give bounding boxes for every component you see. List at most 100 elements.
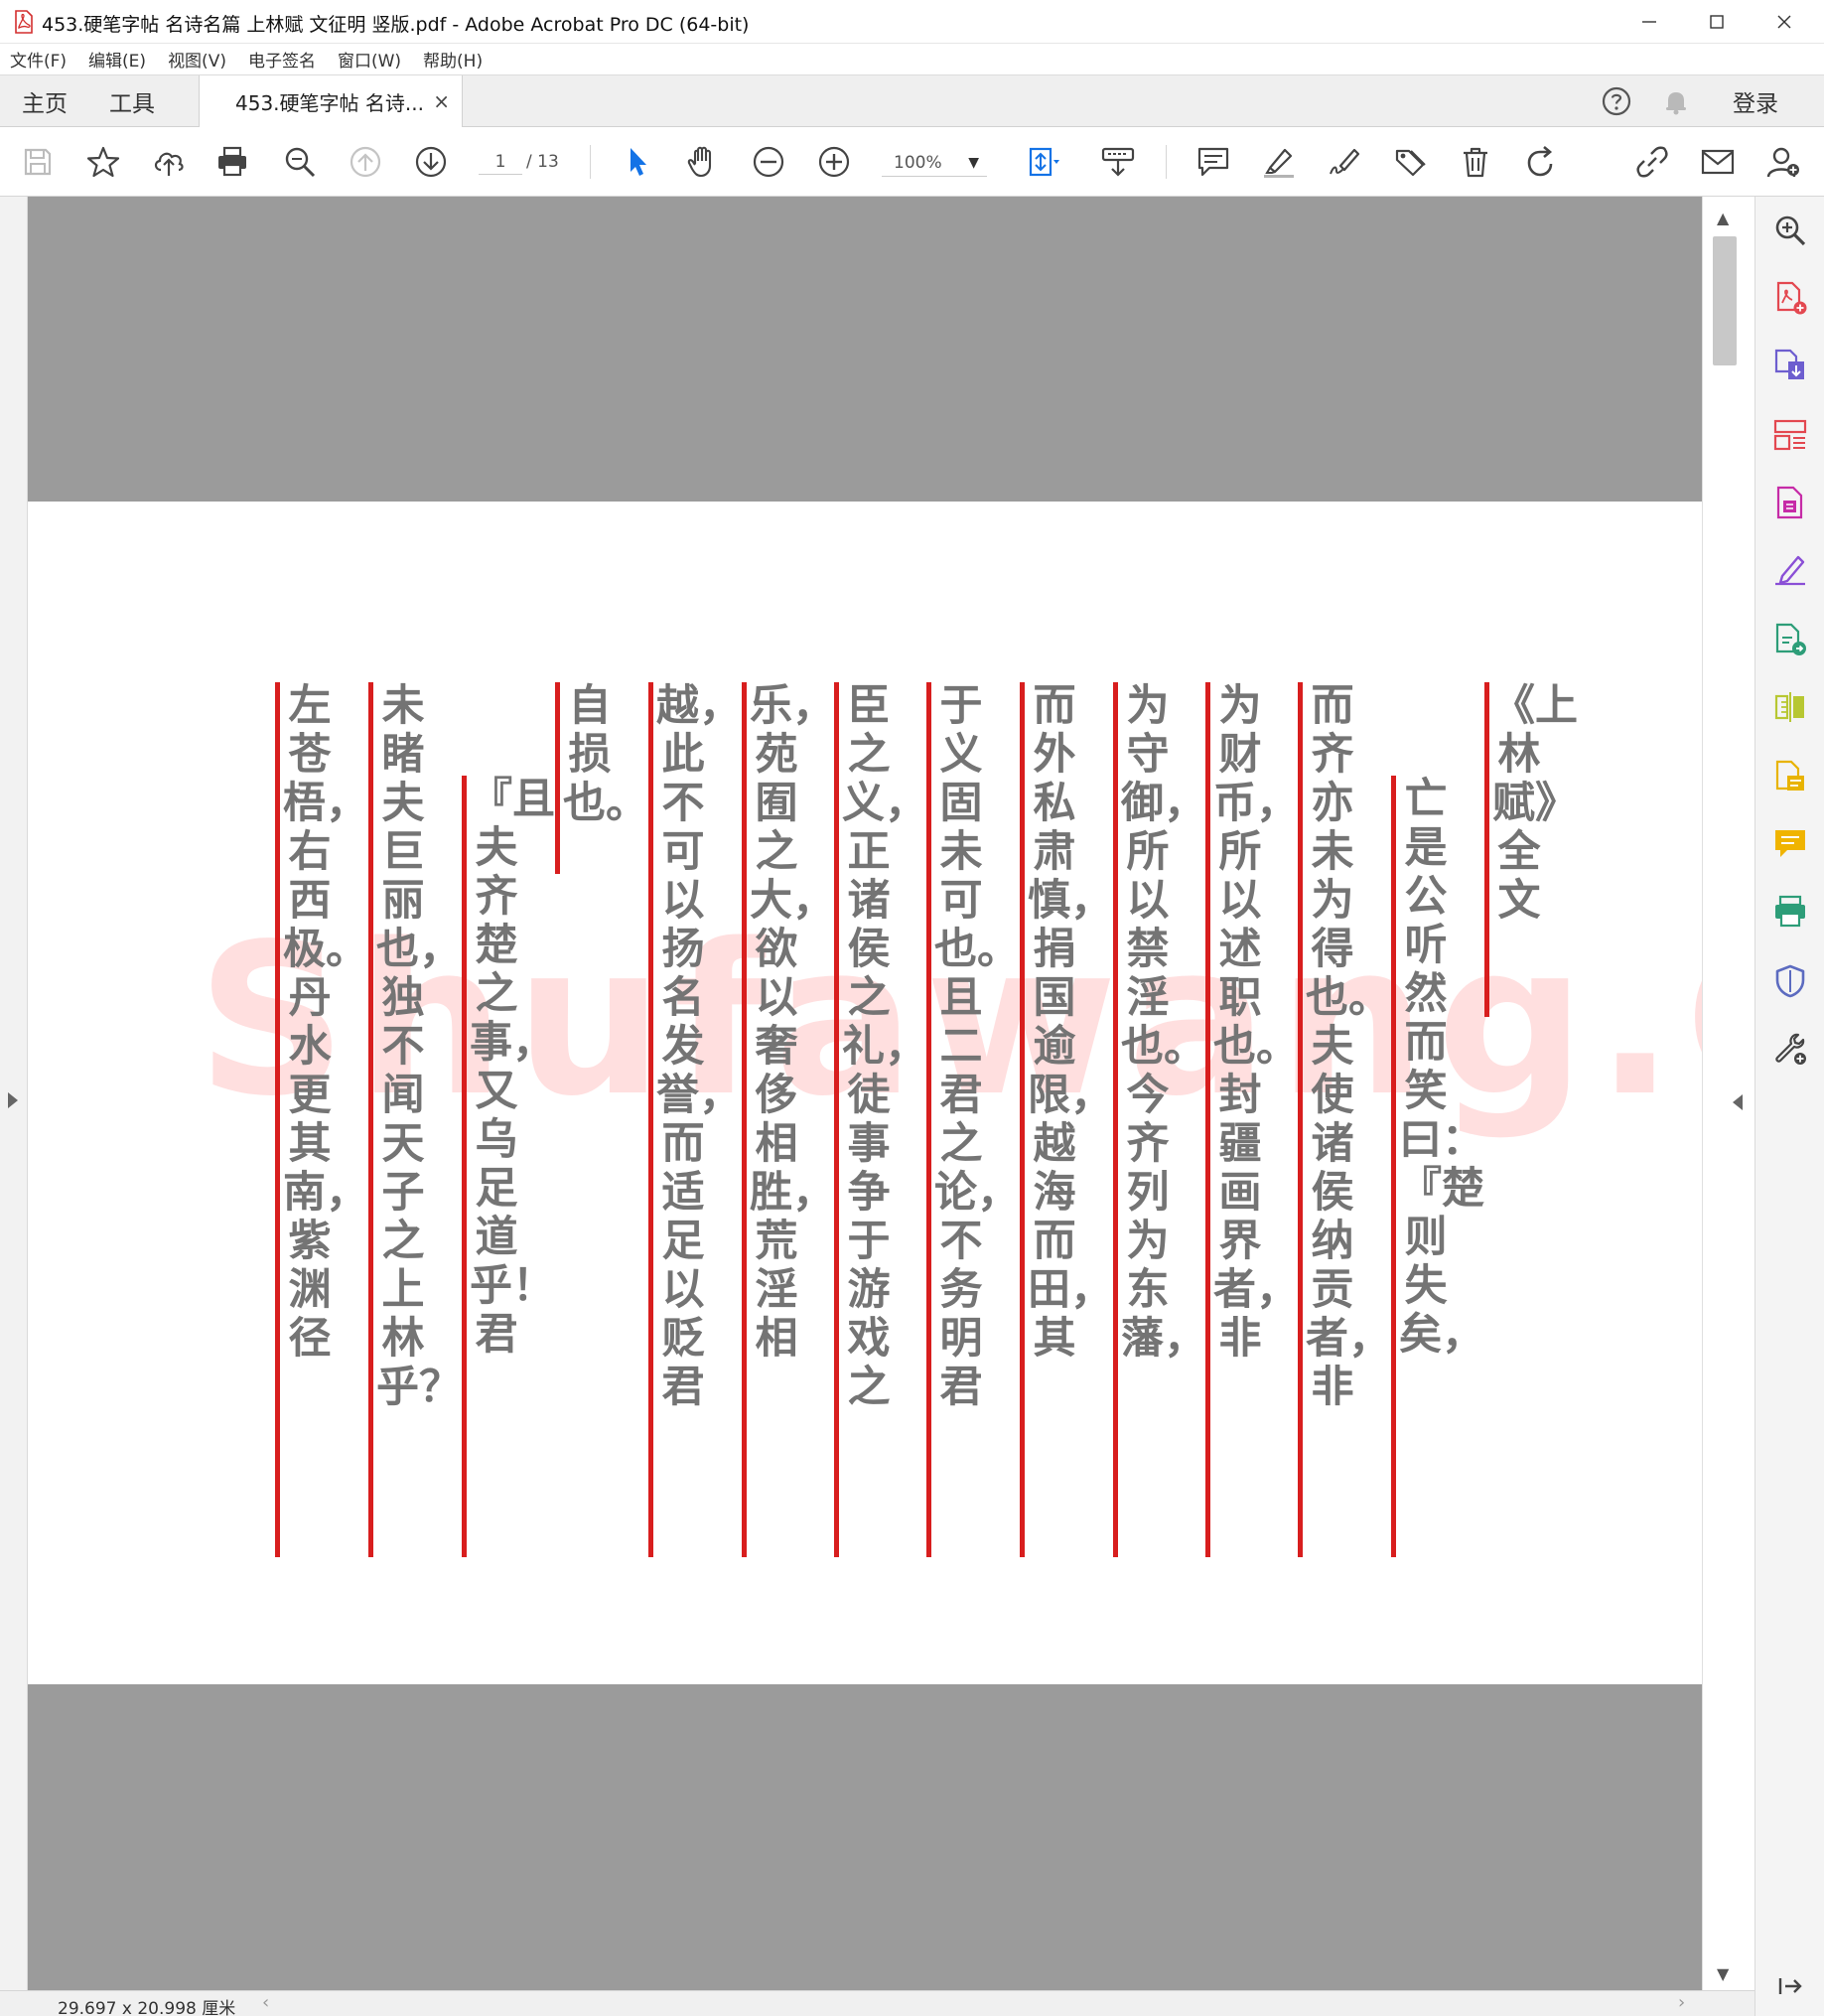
scrollbar-thumb[interactable] [1713, 236, 1737, 365]
email-button[interactable] [1698, 142, 1738, 182]
collapse-pane-button[interactable] [1772, 1968, 1808, 2004]
zoom-select[interactable]: 100% ▼ [882, 149, 987, 177]
sign-button[interactable] [1325, 142, 1364, 182]
save-button[interactable] [18, 142, 58, 182]
menu-window[interactable]: 窗口(W) [338, 47, 401, 72]
minimize-icon [1642, 21, 1656, 23]
column-text: 为守御，所以禁淫也。今齐列为东藩， [1121, 681, 1206, 1364]
export-pdf-button[interactable] [1772, 348, 1808, 383]
organize-pages-button[interactable] [1772, 417, 1808, 453]
login-link[interactable]: 登录 [1733, 75, 1778, 127]
tab-close-icon[interactable]: × [433, 89, 450, 113]
left-pane-toggle[interactable] [0, 197, 28, 1990]
menu-edit[interactable]: 编辑(E) [88, 47, 146, 72]
print-production-button[interactable] [1772, 894, 1808, 930]
help-button[interactable] [1597, 75, 1636, 127]
compare-files-button[interactable] [1772, 689, 1808, 725]
chevron-left-icon[interactable] [1733, 1094, 1743, 1110]
scroll-left-icon[interactable]: ‹ [262, 1992, 269, 2013]
share-link-button[interactable] [1632, 142, 1672, 182]
text-column: 亡是公听然而笑曰：『楚则失矣， [1391, 776, 1484, 1557]
bookmark-star-button[interactable] [83, 142, 123, 182]
page-gap-top [28, 197, 1702, 502]
read-mode-button[interactable] [1098, 142, 1138, 182]
rotate-button[interactable] [1521, 142, 1561, 182]
menu-view[interactable]: 视图(V) [168, 47, 226, 72]
tab-document-label: 453.硬笔字帖 名诗... [235, 91, 424, 115]
guide-line [1113, 682, 1118, 1557]
highlighter-icon [1264, 148, 1294, 178]
close-window-button[interactable] [1751, 0, 1818, 44]
upload-cloud-button[interactable] [149, 142, 189, 182]
menu-file[interactable]: 文件(F) [10, 47, 67, 72]
send-for-review-button[interactable] [1772, 622, 1808, 657]
create-pdf-button[interactable] [1772, 280, 1808, 316]
export-pdf-icon [1774, 349, 1804, 379]
maximize-button[interactable] [1683, 0, 1751, 44]
send-review-icon [1775, 623, 1806, 655]
maximize-icon [1710, 15, 1724, 29]
previous-page-button[interactable] [346, 142, 385, 182]
highlight-button[interactable] [1259, 142, 1299, 182]
scroll-right-icon[interactable]: › [1678, 1992, 1685, 2013]
zoom-out-button[interactable] [749, 142, 788, 182]
vertical-scrollbar[interactable]: ▲ ▼ [1702, 197, 1754, 1990]
scroll-up-icon[interactable]: ▲ [1717, 209, 1729, 227]
menu-e-sign[interactable]: 电子签名 [248, 47, 316, 72]
protect-button[interactable] [1772, 963, 1808, 999]
notifications-button[interactable] [1656, 75, 1696, 127]
main-toolbar: 1 / 13 100% ▼ [0, 127, 1824, 197]
column-text: 自损也。 [563, 681, 648, 828]
minimize-button[interactable] [1615, 0, 1683, 44]
column-text: 左苍梧，右西极。丹水更其南，紫渊径 [283, 681, 368, 1364]
print-button[interactable] [212, 142, 252, 182]
column-text: 越，此不可以扬名发誉，而适足以贬君 [656, 681, 742, 1412]
comment-button[interactable] [1193, 142, 1233, 182]
hand-icon [687, 146, 712, 178]
text-column: 臣之义，正诸侯之礼，徒事争于游戏之 [834, 682, 927, 1557]
select-tool-button[interactable] [618, 142, 657, 182]
toolbar-divider [1166, 145, 1167, 179]
comment-tool-button[interactable] [1772, 826, 1808, 862]
scroll-down-icon[interactable]: ▼ [1717, 1964, 1729, 1983]
tab-home[interactable]: 主页 [22, 75, 68, 127]
tab-tools[interactable]: 工具 [109, 75, 155, 127]
zoom-search-icon [1775, 216, 1806, 246]
page-total: / 13 [526, 152, 559, 172]
arrow-down-circle-icon [415, 146, 447, 178]
delete-button[interactable] [1456, 142, 1495, 182]
column-text: 『且夫齐楚之事，又乌足道乎！君 [470, 775, 555, 1360]
combine-files-button[interactable] [1772, 759, 1808, 794]
next-page-button[interactable] [411, 142, 451, 182]
toolbar-divider [590, 145, 591, 179]
fit-page-icon [1029, 147, 1059, 177]
fill-sign-button[interactable] [1772, 552, 1808, 588]
more-tools-button[interactable] [1772, 1031, 1808, 1067]
tab-document[interactable]: 453.硬笔字帖 名诗... × [199, 75, 463, 128]
collapse-right-icon [1778, 1978, 1802, 1994]
star-icon [86, 146, 120, 178]
organize-pages-icon [1773, 419, 1807, 451]
guide-line [1484, 682, 1489, 1017]
cloud-upload-icon [154, 152, 184, 176]
zoom-in-button[interactable] [814, 142, 854, 182]
help-icon [1602, 86, 1631, 116]
column-text: 乐，苑囿之大，欲以奢侈相胜，荒淫相 [750, 681, 835, 1364]
rotate-icon [1527, 146, 1553, 177]
right-tools-pane [1754, 197, 1824, 2016]
add-user-button[interactable] [1763, 142, 1803, 182]
create-pdf-icon [1776, 281, 1807, 315]
menu-help[interactable]: 帮助(H) [423, 47, 483, 72]
stamp-button[interactable] [1390, 142, 1430, 182]
guide-line [555, 682, 560, 874]
guide-line [648, 682, 653, 1557]
search-pane-button[interactable] [1772, 213, 1808, 248]
save-icon [24, 148, 52, 176]
bell-icon [1666, 92, 1686, 115]
edit-pdf-button[interactable] [1772, 485, 1808, 520]
hand-tool-button[interactable] [683, 142, 723, 182]
keyboard-scroll-icon [1101, 147, 1135, 177]
page-number-input[interactable]: 1 [479, 149, 522, 175]
fit-page-button[interactable] [1017, 142, 1072, 182]
find-zoom-button[interactable] [280, 142, 320, 182]
